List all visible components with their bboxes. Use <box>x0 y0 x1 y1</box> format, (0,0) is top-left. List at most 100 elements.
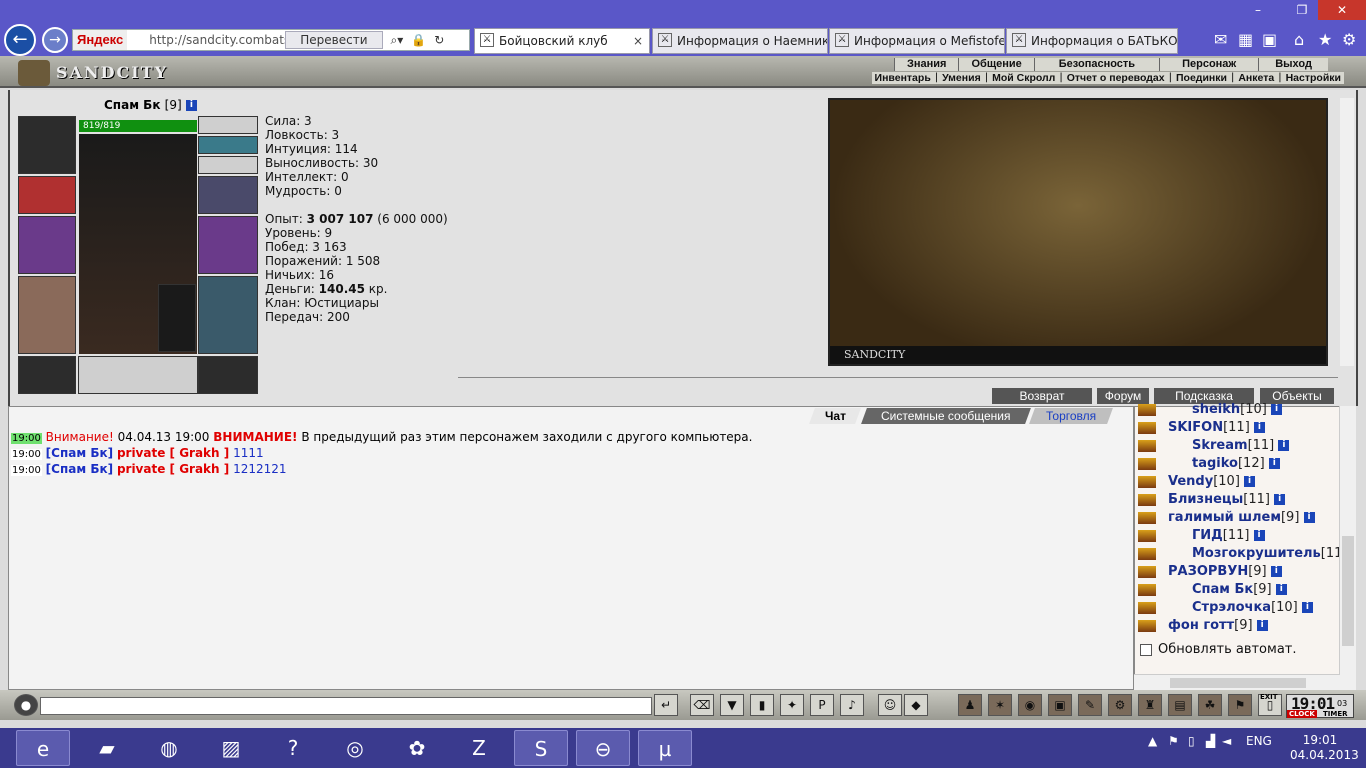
translate-button[interactable]: Перевести <box>285 31 383 49</box>
translit-icon[interactable]: P <box>810 694 834 716</box>
list-item[interactable]: РАЗОРВУН[9] i <box>1138 564 1282 580</box>
tab-2[interactable]: ⚔ Информация о Наемник... <box>652 28 828 54</box>
utorrent-icon[interactable]: µ <box>638 730 692 766</box>
flag-icon[interactable]: ⚑ <box>1228 694 1252 716</box>
fight-icon[interactable]: ✶ <box>988 694 1012 716</box>
scroll-thumb[interactable] <box>1170 678 1306 688</box>
volume-icon[interactable]: ◄ <box>1222 734 1231 748</box>
battery-icon[interactable]: ▯ <box>1188 734 1195 748</box>
scroll-thumb[interactable] <box>1342 536 1354 646</box>
scroll-icon[interactable]: ✎ <box>1078 694 1102 716</box>
lock-icon[interactable]: ▤ <box>1168 694 1192 716</box>
eraser-icon[interactable]: ⌫ <box>690 694 714 716</box>
boots-slot[interactable] <box>198 356 258 394</box>
list-item[interactable]: Близнецы[11] i <box>1138 492 1286 508</box>
address-url[interactable]: http://sandcity.combats.co <box>127 33 285 47</box>
submenu-inventory[interactable]: Инвентарь <box>871 72 934 84</box>
skype-icon[interactable]: S <box>514 730 568 766</box>
userlist-scrollbar[interactable] <box>1339 406 1356 690</box>
tab-chat[interactable]: Чат <box>809 408 861 424</box>
folder-icon[interactable]: ▰ <box>80 730 134 766</box>
help-icon[interactable]: ? <box>266 730 320 766</box>
filezilla-icon[interactable]: Z <box>452 730 506 766</box>
list-item[interactable]: фон готт[9] i <box>1138 618 1268 634</box>
pockets-slots[interactable] <box>78 356 198 394</box>
list-item[interactable]: tagiko[12] i <box>1138 456 1280 472</box>
settings-app-icon[interactable]: ⊖ <box>576 730 630 766</box>
ie-icon[interactable]: e <box>16 730 70 766</box>
tab-trade[interactable]: Торговля <box>1029 408 1113 424</box>
address-bar[interactable]: Яндекс http://sandcity.combats.co Переве… <box>72 29 470 51</box>
armor-slot[interactable] <box>18 276 76 354</box>
gloves-slot[interactable] <box>198 176 258 214</box>
home-icon[interactable]: ⌂ <box>1294 30 1304 49</box>
forward-arrow-icon[interactable]: → <box>42 27 68 53</box>
globe-icon[interactable]: ◍ <box>142 730 196 766</box>
clan-icon[interactable]: ♜ <box>1138 694 1162 716</box>
system-clock[interactable]: 19:01 04.04.2013 <box>1290 733 1359 763</box>
pants-slot[interactable] <box>198 276 258 354</box>
submenu-fights[interactable]: Поединки <box>1172 72 1230 84</box>
abilities-icon[interactable]: ⚙ <box>1108 694 1132 716</box>
back-arrow-icon[interactable]: ← <box>4 24 36 56</box>
grid-icon[interactable]: ▦ <box>1238 30 1253 49</box>
userlist-hscrollbar[interactable] <box>1134 674 1340 690</box>
auto-refresh-checkbox[interactable] <box>1140 643 1152 656</box>
weapon-left-slot[interactable] <box>18 216 76 274</box>
search-icon[interactable]: ⌕▾ <box>391 33 404 48</box>
list-item[interactable]: Skream[11] i <box>1138 438 1290 454</box>
char-icon[interactable]: ♟ <box>958 694 982 716</box>
amulet-slot[interactable] <box>198 116 258 134</box>
pet-slot[interactable] <box>158 284 196 352</box>
network-icon[interactable]: ▟ <box>1206 734 1215 748</box>
list-item[interactable]: ГИД[11] i <box>1138 528 1265 544</box>
tab-active[interactable]: ⚔ Бойцовский клуб × <box>474 28 650 54</box>
icq-icon[interactable]: ✿ <box>390 730 444 766</box>
sound-icon[interactable]: ♪ <box>840 694 864 716</box>
send-icon[interactable]: ↵ <box>654 694 678 716</box>
yandex-label[interactable]: Яндекс <box>73 30 128 50</box>
tab-system-messages[interactable]: Системные сообщения <box>861 408 1031 424</box>
helmet-slot[interactable] <box>18 116 76 174</box>
refresh-icon[interactable]: ↻ <box>434 33 444 47</box>
language-indicator[interactable]: ENG <box>1246 734 1272 748</box>
mail-icon[interactable]: ✉ <box>1214 30 1227 49</box>
tray-arrow-icon[interactable]: ▲ <box>1148 734 1157 748</box>
close-tab-icon[interactable]: × <box>633 29 643 53</box>
belt-slot[interactable] <box>18 356 76 394</box>
info-icon[interactable]: i <box>185 100 197 111</box>
list-item[interactable]: Vendy[10] i <box>1138 474 1256 490</box>
menu-communication[interactable]: Общение <box>958 58 1034 71</box>
list-item[interactable]: SKIFON[11] i <box>1138 420 1265 436</box>
list-item[interactable]: sheikh[10] i <box>1138 402 1282 418</box>
close-window-icon[interactable]: ✕ <box>1318 0 1366 20</box>
weapon-right-slot[interactable] <box>198 216 258 274</box>
gear-icon[interactable]: ⚙ <box>1342 30 1356 49</box>
list-item[interactable]: Мозгокрушитель[11 <box>1138 546 1342 562</box>
submenu-transfers[interactable]: Отчет о переводах <box>1063 72 1168 84</box>
menu-knowledge[interactable]: Знания <box>894 58 959 71</box>
menu-security[interactable]: Безопасность <box>1033 58 1160 71</box>
bag-icon[interactable]: ◉ <box>1018 694 1042 716</box>
tab-4[interactable]: ⚔ Информация о БАТЬКО Я <box>1006 28 1178 54</box>
auto-refresh-toggle[interactable]: Обновлять автомат. <box>1140 642 1297 657</box>
minimize-icon[interactable]: – <box>1238 0 1278 20</box>
app-icon[interactable]: ▨ <box>204 730 258 766</box>
speaker-head-icon[interactable]: ● <box>14 694 38 716</box>
chat-input[interactable] <box>40 697 652 715</box>
chest-icon[interactable]: ▣ <box>1048 694 1072 716</box>
rings-row[interactable] <box>198 156 258 174</box>
location-scene[interactable]: SANDCITY <box>828 98 1328 366</box>
menu-exit[interactable]: Выход <box>1258 58 1328 71</box>
list-item[interactable]: Спам Бк[9] i <box>1138 582 1287 598</box>
flag-icon[interactable]: ⚑ <box>1168 734 1179 748</box>
submenu-profile[interactable]: Анкета <box>1235 72 1278 84</box>
bracers-slot[interactable] <box>18 176 76 214</box>
restore-icon[interactable]: ❐ <box>1282 0 1322 20</box>
ring-slot[interactable] <box>198 136 258 154</box>
submenu-scroll[interactable]: Мой Скролл <box>989 72 1059 84</box>
menu-character[interactable]: Персонаж <box>1159 58 1259 71</box>
return-button[interactable]: Возврат <box>992 388 1092 404</box>
submenu-skills[interactable]: Умения <box>939 72 984 84</box>
list-item[interactable]: галимый шлем[9] i <box>1138 510 1315 526</box>
